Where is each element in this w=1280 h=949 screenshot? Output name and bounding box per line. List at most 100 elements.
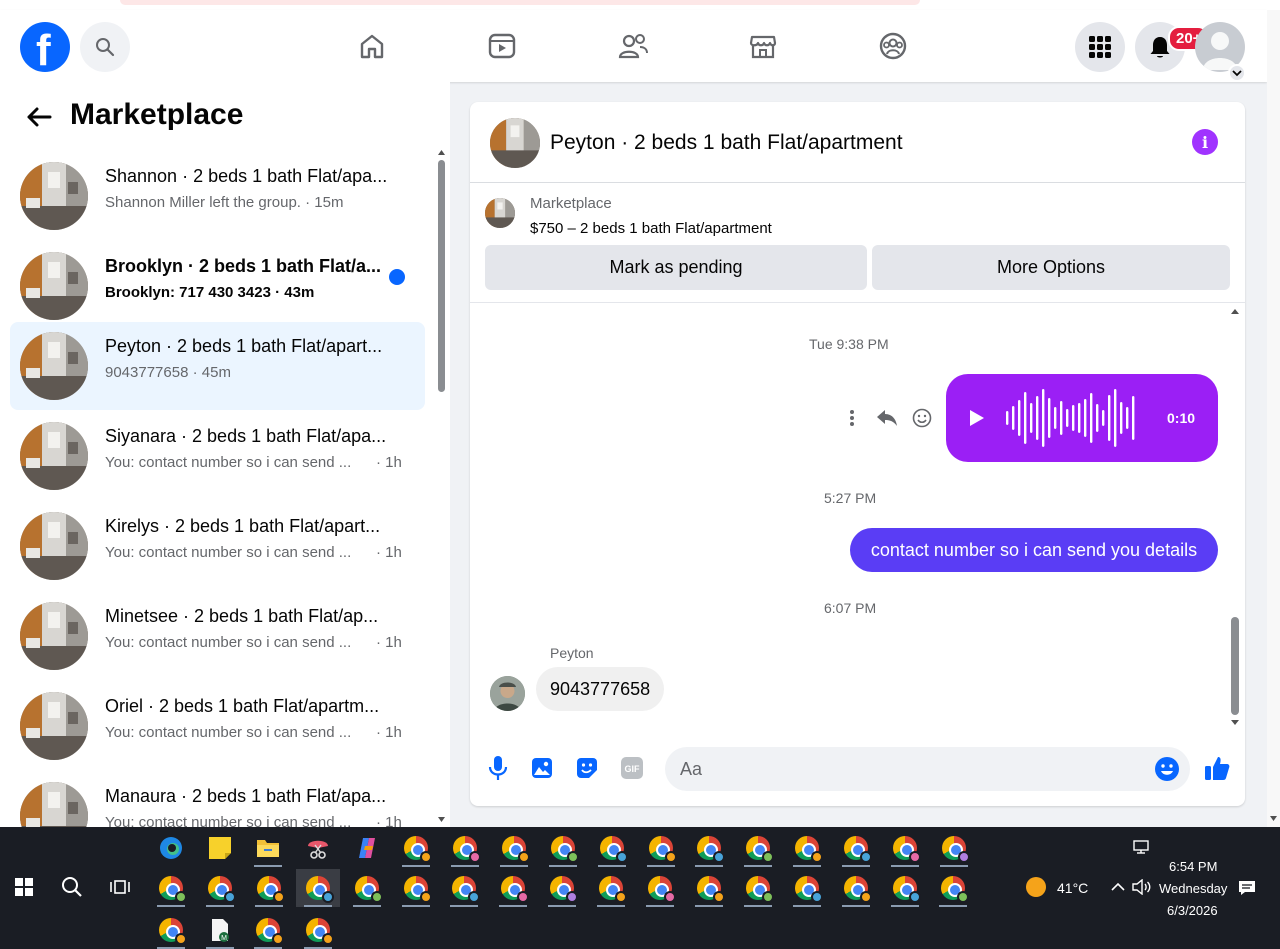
conversation-item[interactable]: Siyanara · 2 beds 1 bath Flat/apa... You:… [10,412,425,500]
chrome-window-button[interactable] [540,869,584,907]
chrome-window-button[interactable] [295,869,340,907]
chrome-window-button[interactable] [149,869,193,907]
document-app-button[interactable]: M [198,911,242,949]
reply-button[interactable] [873,404,901,432]
scroll-up-arrow-icon[interactable] [437,148,446,156]
conversation-item[interactable]: Manaura · 2 beds 1 bath Flat/apa... You: … [10,772,425,827]
conversation-item[interactable]: Peyton · 2 beds 1 bath Flat/apart... 9043… [10,322,425,410]
weather-widget[interactable] [1016,868,1056,906]
info-icon[interactable]: i [1192,129,1218,155]
scrollbar-thumb[interactable] [1231,617,1239,715]
clock-time[interactable]: 6:54 PM [1169,859,1217,874]
play-icon[interactable] [967,408,987,428]
react-button[interactable] [908,404,936,432]
weather-temperature[interactable]: 41°C [1057,880,1088,896]
account-menu-chevron[interactable] [1228,64,1246,82]
scrollbar-thumb[interactable] [438,160,445,392]
scroll-up-arrow-icon[interactable] [1228,307,1242,315]
nav-video[interactable] [480,24,524,68]
chrome-window-button[interactable] [492,829,536,867]
listing-price-title[interactable]: $750 – 2 beds 1 bath Flat/apartment [530,220,772,237]
nav-friends[interactable] [611,24,655,68]
incoming-message-bubble[interactable]: 9043777658 [536,667,665,711]
chrome-window-button[interactable] [687,869,731,907]
listing-thumbnail[interactable] [490,118,540,168]
conversation-item[interactable]: Kirelys · 2 beds 1 bath Flat/apart... You… [10,502,425,590]
chrome-window-button[interactable] [736,829,780,867]
mark-as-pending-button[interactable]: Mark as pending [485,245,867,290]
chrome-window-button[interactable] [834,869,878,907]
chrome-window-button[interactable] [394,869,438,907]
chrome-window-button[interactable] [883,869,927,907]
clock-day[interactable]: Wednesday [1159,881,1227,896]
conversation-item[interactable]: Minetsee · 2 beds 1 bath Flat/ap... You: … [10,592,425,680]
chrome-window-button[interactable] [247,869,291,907]
chrome-window-button[interactable] [736,869,780,907]
scroll-down-arrow-icon[interactable] [1267,815,1280,823]
message-more-button[interactable] [838,404,866,432]
conversation-item[interactable]: Shannon · 2 beds 1 bath Flat/apa... Shann… [10,152,425,240]
network-icon[interactable] [1133,840,1151,856]
chrome-window-button[interactable] [394,829,438,867]
chrome-window-button[interactable] [639,829,683,867]
chrome-window-button[interactable] [296,911,340,949]
chrome-window-button[interactable] [785,829,829,867]
chrome-window-button[interactable] [246,911,290,949]
chrome-window-button[interactable] [687,829,731,867]
nav-marketplace[interactable] [741,24,785,68]
task-view-button[interactable] [100,868,140,906]
sticker-button[interactable] [573,754,601,782]
taskbar-search-button[interactable] [52,868,92,906]
chrome-window-button[interactable] [589,869,633,907]
chrome-window-button[interactable] [883,829,927,867]
chat-title[interactable]: Peyton · 2 beds 1 bath Flat/apartment [550,131,903,155]
chrome-window-button[interactable] [638,869,682,907]
search-button[interactable] [80,22,130,72]
file-explorer-button[interactable] [246,829,290,867]
nav-groups[interactable] [871,24,915,68]
facebook-logo[interactable]: f [20,22,70,75]
copilot-button[interactable] [345,829,389,867]
voice-message-bubble[interactable]: 0:10 [946,374,1218,462]
sender-avatar[interactable] [490,676,525,711]
chrome-window-button[interactable] [149,911,193,949]
chrome-window-button[interactable] [442,869,486,907]
speaker-icon[interactable] [1132,879,1152,895]
chrome-window-button[interactable] [932,829,976,867]
gif-button[interactable]: GIF [618,754,646,782]
notification-center-icon[interactable] [1238,879,1256,897]
chevron-up-icon[interactable] [1111,882,1125,892]
scroll-down-arrow-icon[interactable] [437,816,446,824]
conversation-list-scrollbar[interactable] [437,148,446,827]
conversation-item[interactable]: Brooklyn · 2 beds 1 bath Flat/a... Brookl… [10,242,425,330]
chat-scrollbar[interactable] [1228,307,1242,727]
start-button[interactable] [4,868,44,906]
listing-small-thumbnail[interactable] [485,198,515,228]
edge-button[interactable] [149,829,193,867]
sticky-notes-button[interactable] [198,829,242,867]
like-button[interactable] [1203,754,1231,782]
outgoing-message-bubble[interactable]: contact number so i can send you details [850,528,1218,572]
more-options-button[interactable]: More Options [872,245,1230,290]
conversation-item[interactable]: Oriel · 2 beds 1 bath Flat/apartm... You:… [10,682,425,770]
back-button[interactable] [24,102,54,137]
chrome-window-button[interactable] [785,869,829,907]
page-scrollbar[interactable] [1267,10,1280,827]
chrome-window-button[interactable] [491,869,535,907]
nav-home[interactable] [350,24,394,68]
chrome-window-button[interactable] [198,869,242,907]
voice-clip-button[interactable] [484,754,512,782]
chrome-window-button[interactable] [931,869,975,907]
emoji-icon[interactable] [1154,756,1180,782]
attach-photo-button[interactable] [528,754,556,782]
message-input[interactable]: Aa [665,747,1190,791]
chrome-window-button[interactable] [443,829,487,867]
menu-button[interactable] [1075,22,1125,72]
scroll-down-arrow-icon[interactable] [1228,719,1242,727]
chrome-window-button[interactable] [590,829,634,867]
snipping-tool-button[interactable] [296,829,340,867]
chrome-window-button[interactable] [834,829,878,867]
clock-date[interactable]: 6/3/2026 [1167,903,1218,918]
chrome-window-button[interactable] [345,869,389,907]
chrome-window-button[interactable] [541,829,585,867]
